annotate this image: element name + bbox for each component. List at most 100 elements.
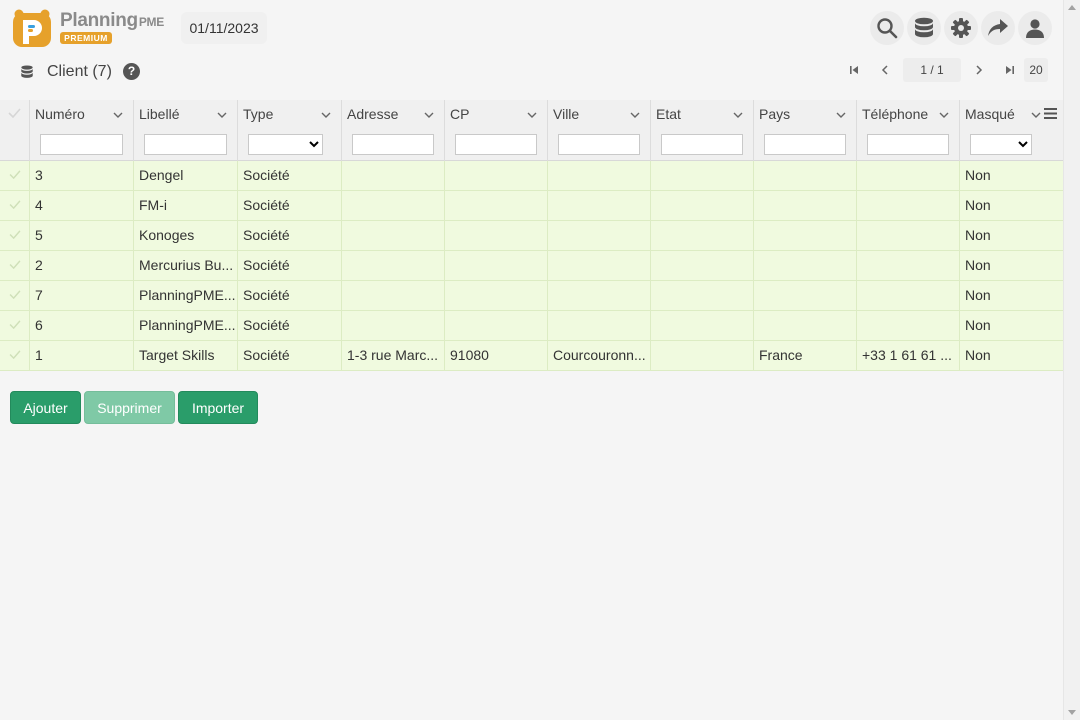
cell-masque: Non [965, 257, 991, 273]
cell-adresse [342, 311, 445, 341]
cell-cp [445, 251, 548, 281]
filter-numero-input[interactable] [40, 134, 123, 155]
chevron-down-icon[interactable] [113, 112, 123, 118]
user-account-button[interactable] [1018, 11, 1052, 45]
first-page-button[interactable] [846, 57, 862, 83]
table-row[interactable]: 3 Dengel Société Non [0, 161, 1063, 191]
database-icon [21, 65, 33, 78]
cell-numero: 1 [30, 341, 134, 371]
page-size-selector[interactable]: 20 [1024, 58, 1048, 82]
search-button[interactable] [870, 11, 904, 45]
chevron-down-icon[interactable] [321, 112, 331, 118]
cell-masque: Non [965, 227, 991, 243]
column-label: CP [450, 106, 470, 122]
last-page-button[interactable] [1002, 57, 1018, 83]
help-icon[interactable]: ? [123, 63, 140, 80]
cell-masque: Non [965, 197, 991, 213]
column-label: Adresse [347, 106, 399, 122]
filter-libelle-input[interactable] [144, 134, 227, 155]
chevron-down-icon[interactable] [836, 112, 846, 118]
page-indicator[interactable]: 1 / 1 [903, 58, 961, 82]
cell-numero: 4 [30, 191, 134, 221]
chevron-down-icon[interactable] [630, 112, 640, 118]
chevron-down-icon[interactable] [217, 112, 227, 118]
cell-ville [548, 221, 651, 251]
cell-libelle: Dengel [134, 161, 238, 191]
column-label: Etat [656, 106, 681, 122]
share-button[interactable] [981, 11, 1015, 45]
settings-button[interactable] [944, 11, 978, 45]
table-row[interactable]: 7 PlanningPME... Société Non [0, 281, 1063, 311]
cell-cp [445, 281, 548, 311]
filter-masque-select[interactable] [970, 134, 1032, 155]
column-menu-icon[interactable] [1044, 108, 1057, 119]
add-button[interactable]: Ajouter [10, 391, 81, 424]
cell-telephone [857, 251, 960, 281]
cell-etat [651, 161, 754, 191]
table-row[interactable]: 6 PlanningPME... Société Non [0, 311, 1063, 341]
table-header: Numéro Libellé Type Adresse CP Ville Eta… [0, 100, 1063, 161]
column-label: Type [243, 106, 274, 122]
scroll-up-arrow-icon[interactable] [1068, 5, 1076, 10]
column-header-telephone[interactable]: Téléphone [857, 100, 960, 161]
user-icon [1026, 19, 1044, 38]
cell-numero: 2 [30, 251, 134, 281]
cell-libelle: PlanningPME... [134, 311, 238, 341]
scroll-down-arrow-icon[interactable] [1068, 710, 1076, 715]
column-header-etat[interactable]: Etat [651, 100, 754, 161]
search-icon [877, 18, 898, 39]
cell-type: Société [238, 251, 342, 281]
cell-etat [651, 251, 754, 281]
cell-numero: 3 [30, 161, 134, 191]
import-button[interactable]: Importer [178, 391, 258, 424]
filter-telephone-input[interactable] [867, 134, 949, 155]
filter-ville-input[interactable] [558, 134, 640, 155]
chevron-down-icon[interactable] [1031, 112, 1041, 118]
filter-pays-input[interactable] [764, 134, 846, 155]
column-header-type[interactable]: Type [238, 100, 342, 161]
column-label: Libellé [139, 106, 180, 122]
cell-masque: Non [965, 347, 991, 363]
column-header-numero[interactable]: Numéro [30, 100, 134, 161]
next-page-button[interactable] [971, 57, 987, 83]
current-date-button[interactable]: 01/11/2023 [181, 12, 267, 44]
column-header-cp[interactable]: CP [445, 100, 548, 161]
column-label: Pays [759, 106, 791, 122]
filter-type-select[interactable] [248, 134, 323, 155]
cell-cp [445, 191, 548, 221]
column-header-ville[interactable]: Ville [548, 100, 651, 161]
cell-libelle: Mercurius Bu... [134, 251, 238, 281]
chevron-down-icon[interactable] [939, 112, 949, 118]
chevron-down-icon[interactable] [424, 112, 434, 118]
table-row[interactable]: 1 Target Skills Société 1-3 rue Marc... … [0, 341, 1063, 371]
column-header-libelle[interactable]: Libellé [134, 100, 238, 161]
cell-adresse [342, 221, 445, 251]
section-bar: Client (7) ? 1 / 1 20 [0, 56, 1063, 100]
cell-ville: Courcouronn... [548, 341, 651, 371]
delete-button[interactable]: Supprimer [84, 391, 175, 424]
column-header-pays[interactable]: Pays [754, 100, 857, 161]
filter-cp-input[interactable] [455, 134, 537, 155]
cell-libelle: Konoges [134, 221, 238, 251]
table-row[interactable]: 5 Konoges Société Non [0, 221, 1063, 251]
cell-pays [754, 251, 857, 281]
chevron-down-icon[interactable] [733, 112, 743, 118]
cell-libelle: FM-i [134, 191, 238, 221]
vertical-scrollbar[interactable] [1063, 0, 1080, 720]
column-label: Numéro [35, 106, 85, 122]
cell-numero: 5 [30, 221, 134, 251]
table-row[interactable]: 4 FM-i Société Non [0, 191, 1063, 221]
table-row[interactable]: 2 Mercurius Bu... Société Non [0, 251, 1063, 281]
cell-telephone [857, 311, 960, 341]
chevron-down-icon[interactable] [527, 112, 537, 118]
brand-name: PlanningPME [60, 10, 164, 31]
planningpme-logo-icon [13, 9, 51, 47]
cell-libelle: Target Skills [134, 341, 238, 371]
filter-adresse-input[interactable] [352, 134, 434, 155]
column-header-adresse[interactable]: Adresse [342, 100, 445, 161]
filter-etat-input[interactable] [661, 134, 743, 155]
previous-page-button[interactable] [877, 57, 893, 83]
database-button[interactable] [907, 11, 941, 45]
cell-adresse [342, 281, 445, 311]
select-all-column[interactable] [0, 100, 30, 161]
